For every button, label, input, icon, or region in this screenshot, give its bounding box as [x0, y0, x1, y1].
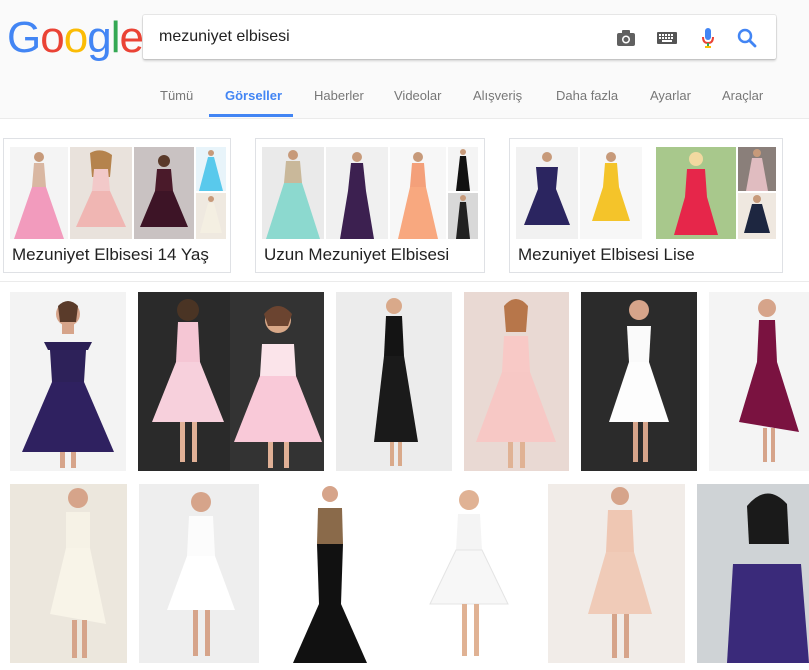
- google-logo[interactable]: Google: [7, 13, 144, 62]
- search-icon[interactable]: [736, 27, 758, 49]
- logo-letter: o: [40, 13, 65, 62]
- thumbnail-image: [196, 147, 226, 191]
- thumbnail-image: [448, 193, 478, 239]
- logo-letter: o: [63, 13, 89, 62]
- header: Google Tümü Görseller Haberler Videolar …: [0, 0, 809, 119]
- tab-settings[interactable]: Ayarlar: [650, 88, 691, 103]
- image-result[interactable]: [697, 484, 809, 663]
- logo-letter: g: [87, 13, 112, 62]
- thumbnail-image: [70, 147, 132, 239]
- thumbnail-image: [580, 147, 642, 239]
- image-result[interactable]: [548, 484, 685, 663]
- tab-images[interactable]: Görseller: [225, 88, 282, 103]
- tab-all[interactable]: Tümü: [160, 88, 193, 103]
- camera-icon[interactable]: [615, 27, 637, 49]
- thumbnail-image: [516, 147, 578, 239]
- related-search-card[interactable]: Uzun Mezuniyet Elbisesi: [255, 138, 485, 273]
- thumbnail-image: [738, 147, 776, 191]
- microphone-icon[interactable]: [697, 27, 719, 49]
- active-tab-indicator: [209, 114, 293, 117]
- thumbnail-image: [134, 147, 194, 239]
- related-search-label: Mezuniyet Elbisesi 14 Yaş: [12, 245, 209, 264]
- logo-letter: e: [119, 13, 144, 62]
- tab-videos[interactable]: Videolar: [394, 88, 441, 103]
- logo-letter: G: [7, 13, 41, 62]
- tab-news[interactable]: Haberler: [314, 88, 364, 103]
- tab-more[interactable]: Daha fazla: [556, 88, 618, 103]
- thumbnail-image: [656, 147, 736, 239]
- search-input[interactable]: [159, 15, 589, 59]
- thumbnail-image: [738, 193, 776, 239]
- thumbnail-image: [196, 193, 226, 239]
- image-result[interactable]: [464, 292, 569, 471]
- search-box: [143, 15, 776, 59]
- image-result[interactable]: [402, 484, 536, 663]
- image-result[interactable]: [709, 292, 809, 471]
- logo-letter: l: [110, 13, 121, 62]
- thumbnail-image: [390, 147, 446, 239]
- thumbnail-image: [448, 147, 478, 191]
- related-search-label: Mezuniyet Elbisesi Lise: [518, 245, 695, 264]
- thumbnail-image: [326, 147, 388, 239]
- tab-tools[interactable]: Araçlar: [722, 88, 763, 103]
- thumbnail-image: [10, 147, 68, 239]
- image-result[interactable]: [10, 484, 127, 663]
- image-result[interactable]: [271, 484, 389, 663]
- image-result[interactable]: [138, 292, 324, 471]
- keyboard-icon[interactable]: [656, 27, 678, 49]
- tab-shopping[interactable]: Alışveriş: [473, 88, 522, 103]
- related-search-card[interactable]: Mezuniyet Elbisesi Lise: [509, 138, 783, 273]
- thumbnail-image: [262, 147, 324, 239]
- image-result[interactable]: [581, 292, 697, 471]
- divider: [0, 281, 809, 282]
- image-result[interactable]: [10, 292, 126, 471]
- image-result[interactable]: [336, 292, 452, 471]
- related-search-label: Uzun Mezuniyet Elbisesi: [264, 245, 450, 264]
- related-search-card[interactable]: Mezuniyet Elbisesi 14 Yaş: [3, 138, 231, 273]
- image-result[interactable]: [139, 484, 259, 663]
